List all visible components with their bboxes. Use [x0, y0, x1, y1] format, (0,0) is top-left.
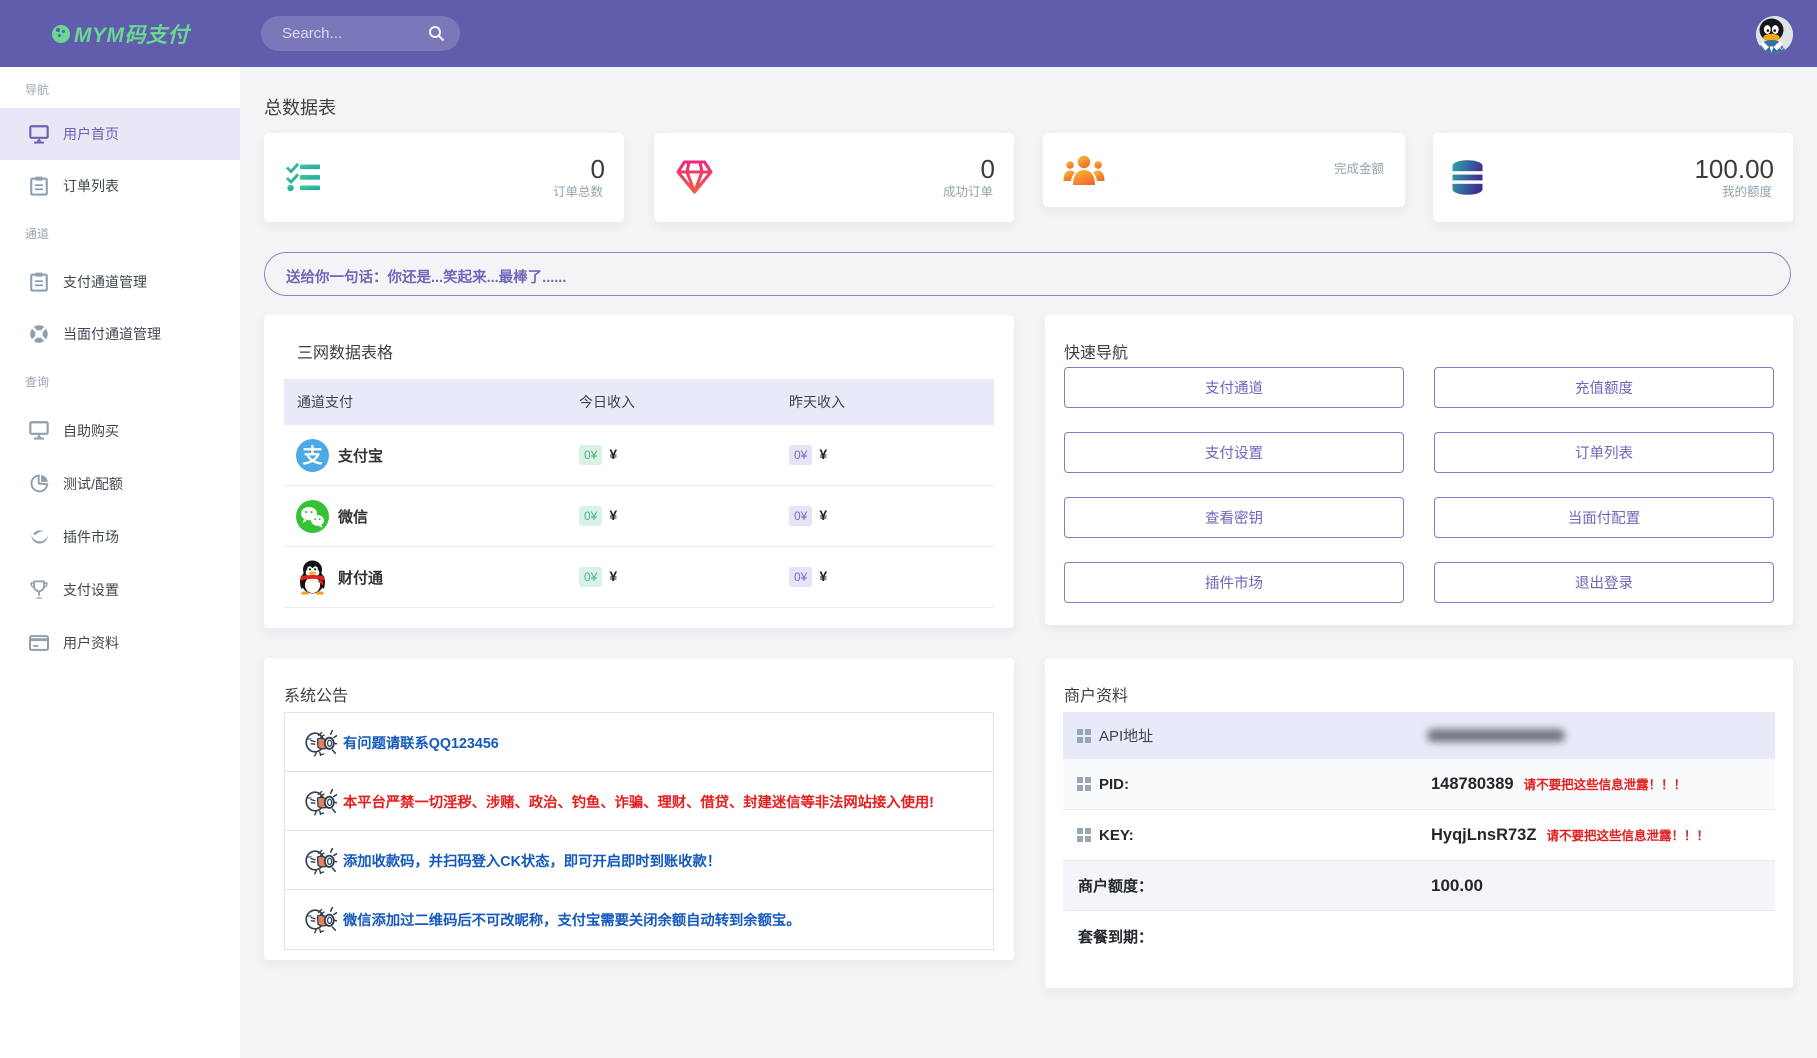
svg-text:o: o [1780, 43, 1785, 52]
svg-text:支: 支 [303, 443, 324, 467]
